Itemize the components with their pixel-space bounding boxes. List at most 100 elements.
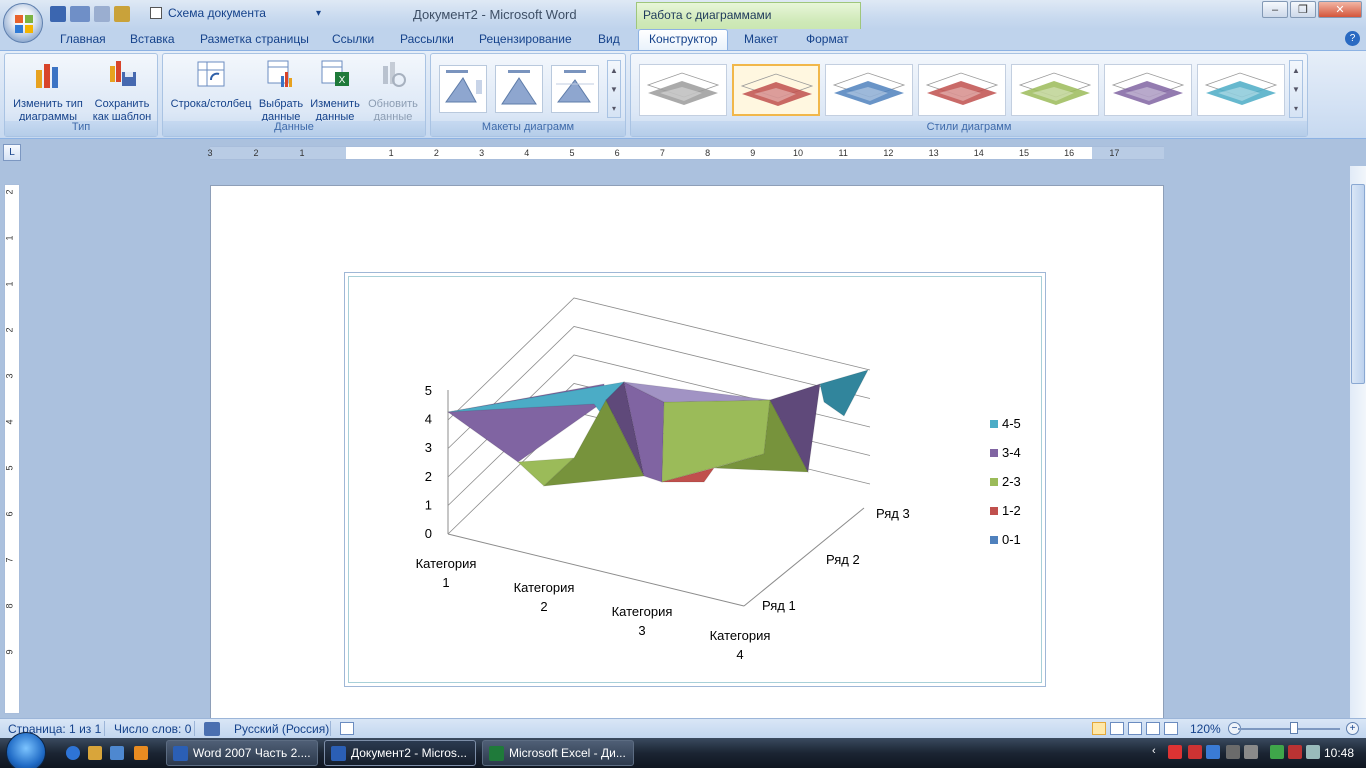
category-label: Категория 4 [710, 628, 771, 662]
help-icon[interactable]: ? [1345, 31, 1360, 46]
tray-usb-icon[interactable] [1226, 745, 1240, 759]
tab-design[interactable]: Конструктор [638, 29, 729, 50]
clock[interactable]: 10:48 [1324, 746, 1354, 760]
ruler-number: 1 [299, 148, 305, 158]
select-data-button[interactable]: Выбрать данные [255, 58, 307, 124]
close-button[interactable]: ✕ [1318, 1, 1362, 18]
media-player-icon[interactable] [134, 746, 148, 760]
spellcheck-icon[interactable] [204, 722, 220, 736]
taskbar-item-word-part2[interactable]: Word 2007 Часть 2.... [166, 740, 318, 766]
view-reading-icon[interactable] [1110, 722, 1124, 735]
tray-app-icon[interactable] [1244, 745, 1258, 759]
undo-icon[interactable] [70, 6, 90, 22]
category-label-line: 4 [736, 647, 743, 662]
save-as-template-button[interactable]: Сохранить как шаблон [89, 58, 155, 124]
vertical-ruler[interactable]: 2 1 1 2 3 4 5 6 7 8 9 [4, 184, 20, 714]
scrollbar-thumb[interactable] [1351, 184, 1365, 384]
layout-thumb-2[interactable] [495, 65, 543, 113]
chart-style-thumb-4[interactable] [918, 64, 1006, 116]
chart-style-thumb-1[interactable] [639, 64, 727, 116]
z-tick-label: 4 [425, 412, 432, 427]
view-print-layout-icon[interactable] [1092, 722, 1106, 735]
tray-language-icon[interactable] [1206, 745, 1220, 759]
series-label: Ряд 1 [762, 598, 796, 613]
edit-icon[interactable] [114, 6, 130, 22]
tab-format[interactable]: Формат [806, 32, 849, 46]
qat-more-icon[interactable]: ▾ [316, 8, 321, 19]
refresh-data-button[interactable]: Обновить данные [363, 58, 423, 124]
context-tab-label: Работа с диаграммами [643, 8, 772, 22]
view-web-icon[interactable] [1128, 722, 1142, 735]
tab-layout[interactable]: Макет [744, 32, 778, 46]
ruler-number: 9 [750, 148, 756, 158]
status-words[interactable]: Число слов: 0 [114, 722, 191, 736]
zoom-slider-knob[interactable] [1290, 722, 1298, 734]
chart-style-thumb-3[interactable] [825, 64, 913, 116]
show-desktop-icon[interactable] [110, 746, 124, 760]
category-label-line: Категория [514, 580, 575, 595]
vertical-scrollbar[interactable] [1350, 166, 1366, 718]
tab-home[interactable]: Главная [60, 32, 106, 46]
tray-signal-icon[interactable] [1270, 745, 1284, 759]
layout-thumb-1[interactable] [439, 65, 487, 113]
ruler-number: 11 [838, 148, 848, 158]
tab-page-layout[interactable]: Разметка страницы [200, 32, 309, 46]
redo-icon[interactable] [94, 6, 110, 22]
ruler-number: 17 [1109, 148, 1120, 158]
taskbar-item-excel[interactable]: Microsoft Excel - Ди... [482, 740, 634, 766]
tray-expand-icon[interactable]: ‹ [1152, 745, 1166, 759]
explorer-icon[interactable] [88, 746, 102, 760]
ruler-number: 2 [4, 327, 15, 333]
edit-data-icon: X [321, 60, 349, 86]
horizontal-ruler[interactable]: 3 2 1 1 2 3 4 5 6 7 8 9 10 11 12 13 14 15 16 17 [207, 146, 1164, 160]
ie-icon[interactable] [66, 746, 80, 760]
chart-style-thumb-5[interactable] [1011, 64, 1099, 116]
legend-label: 4-5 [1002, 416, 1021, 431]
tab-insert[interactable]: Вставка [130, 32, 175, 46]
edit-data-line1: Изменить [310, 98, 360, 110]
layouts-gallery-scroll[interactable]: ▲ ▼ ▾ [607, 60, 621, 118]
volume-icon[interactable] [1306, 745, 1320, 759]
taskbar-item-document2[interactable]: Документ2 - Micros... [324, 740, 476, 766]
tab-view[interactable]: Вид [598, 32, 620, 46]
minimize-button[interactable]: – [1262, 1, 1288, 18]
edit-data-button[interactable]: X Изменить данные [307, 58, 363, 124]
tray-antivirus-icon[interactable] [1168, 745, 1182, 759]
taskbar-item-label: Документ2 - Micros... [351, 746, 467, 760]
surface-chart[interactable]: 012345Категория 1 Категория 2 Категория 3 Кате… [344, 272, 1046, 687]
restore-button[interactable]: ❐ [1290, 1, 1316, 18]
row-column-icon [197, 61, 225, 87]
layout-thumb-3[interactable] [551, 65, 599, 113]
chart-type-icon [36, 64, 58, 88]
save-icon[interactable] [50, 6, 66, 22]
taskbar-item-label: Word 2007 Часть 2.... [193, 746, 311, 760]
chart-style-thumb-7[interactable] [1197, 64, 1285, 116]
macro-icon[interactable] [340, 722, 354, 735]
tray-network-warning-icon[interactable] [1188, 745, 1202, 759]
change-chart-type-button[interactable]: Изменить тип диаграммы [9, 58, 87, 124]
status-language[interactable]: Русский (Россия) [234, 722, 329, 736]
switch-row-column-button[interactable]: Строка/столбец [167, 58, 255, 111]
z-tick-label: 0 [425, 526, 432, 541]
view-draft-icon[interactable] [1164, 722, 1178, 735]
schema-toggle[interactable]: Схема документа ▾ [150, 6, 321, 20]
tab-mailings[interactable]: Рассылки [400, 32, 454, 46]
schema-checkbox[interactable] [150, 7, 162, 19]
tab-review[interactable]: Рецензирование [479, 32, 572, 46]
tab-selector-button[interactable]: L [3, 144, 21, 161]
zoom-in-button[interactable]: + [1346, 722, 1359, 735]
view-outline-icon[interactable] [1146, 722, 1160, 735]
zoom-level[interactable]: 120% [1190, 722, 1221, 736]
tray-flag-icon[interactable] [1288, 745, 1302, 759]
zoom-slider[interactable] [1238, 728, 1340, 730]
ruler-number: 3 [4, 373, 15, 379]
layout-1-icon [445, 70, 482, 103]
chart-style-thumb-2[interactable] [732, 64, 820, 116]
tab-references[interactable]: Ссылки [332, 32, 374, 46]
start-button[interactable] [6, 732, 46, 768]
chart-style-thumb-6[interactable] [1104, 64, 1192, 116]
styles-gallery-scroll[interactable]: ▲ ▼ ▾ [1289, 60, 1303, 118]
status-bar: Страница: 1 из 1 Число слов: 0 Русский (… [0, 718, 1366, 738]
office-button[interactable] [3, 3, 43, 43]
legend-swatch [990, 478, 998, 486]
